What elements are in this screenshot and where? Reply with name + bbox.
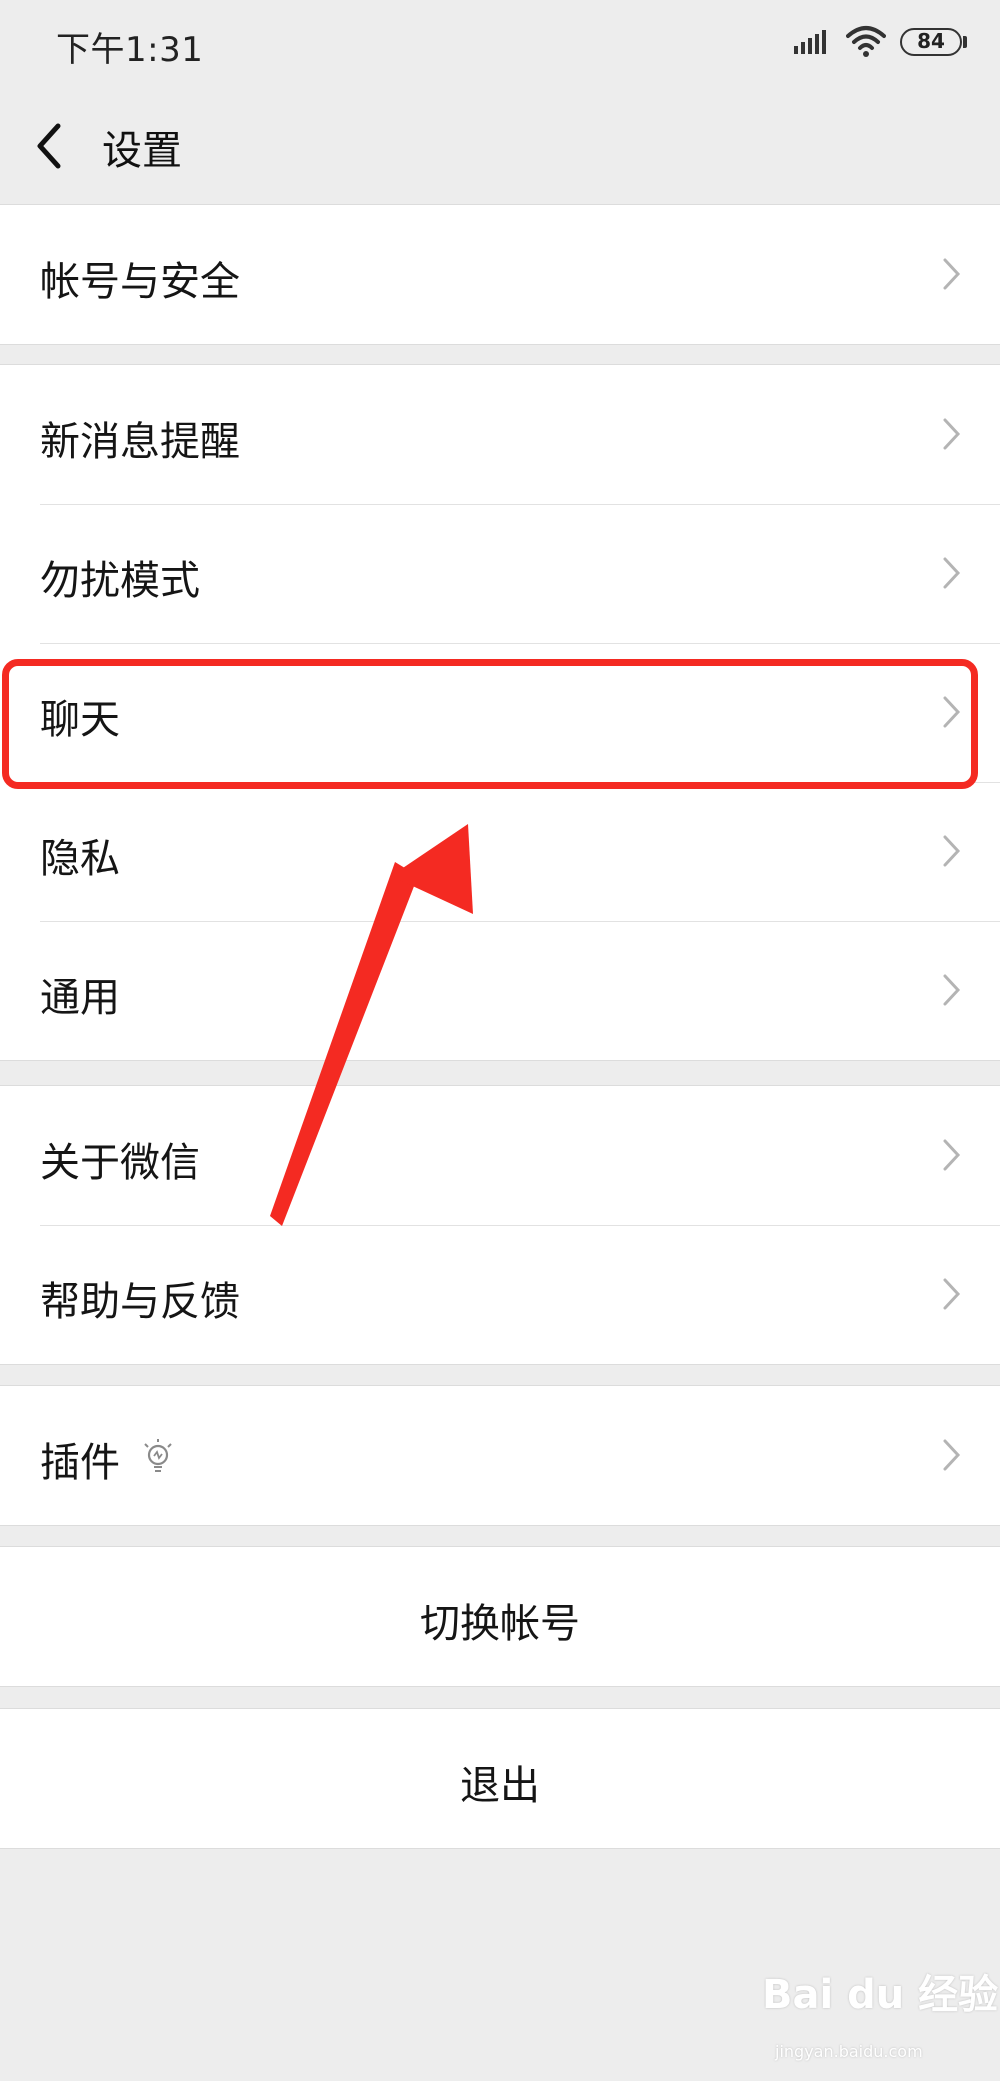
settings-item-account-security[interactable]: 帐号与安全	[0, 205, 1000, 344]
logout-label: 退出	[460, 1763, 540, 1809]
chevron-right-icon	[943, 974, 961, 1006]
settings-item-plugins[interactable]: 插件	[0, 1386, 1000, 1525]
switch-account-label: 切换帐号	[420, 1601, 580, 1647]
settings-group-about: 关于微信 帮助与反馈	[0, 1085, 1000, 1365]
settings-item-general[interactable]: 通用	[0, 921, 1000, 1060]
settings-item-do-not-disturb[interactable]: 勿扰模式	[0, 504, 1000, 643]
settings-item-help-feedback[interactable]: 帮助与反馈	[0, 1225, 1000, 1364]
settings-item-label: 插件	[40, 1440, 120, 1486]
status-bar: 下午1:31 84	[0, 0, 1000, 90]
signal-icon	[794, 30, 826, 54]
chevron-right-icon	[943, 418, 961, 450]
battery-level: 84	[917, 29, 945, 53]
settings-group-plugins: 插件	[0, 1385, 1000, 1526]
watermark-url: jingyan.baidu.com	[775, 2042, 923, 2061]
switch-account-button[interactable]: 切换帐号	[0, 1546, 1000, 1687]
chevron-right-icon	[943, 1139, 961, 1171]
settings-item-notifications[interactable]: 新消息提醒	[0, 365, 1000, 504]
status-time: 下午1:31	[56, 30, 204, 70]
lightbulb-icon	[144, 1439, 172, 1472]
settings-item-label: 隐私	[40, 836, 120, 882]
battery-indicator: 84	[900, 28, 962, 56]
back-chevron-icon[interactable]	[30, 114, 70, 178]
settings-item-privacy[interactable]: 隐私	[0, 782, 1000, 921]
wifi-icon	[846, 26, 886, 57]
settings-item-label: 新消息提醒	[40, 419, 240, 465]
nav-bar: 设置	[0, 90, 1000, 205]
chevron-right-icon	[943, 1278, 961, 1310]
watermark-logo: Bai du 经验	[762, 1972, 999, 2018]
logout-button[interactable]: 退出	[0, 1708, 1000, 1849]
settings-item-label: 通用	[40, 975, 120, 1021]
settings-item-label: 帮助与反馈	[40, 1279, 240, 1325]
chevron-right-icon	[943, 1439, 961, 1471]
settings-item-label: 勿扰模式	[40, 558, 200, 604]
settings-group-account: 帐号与安全	[0, 204, 1000, 345]
battery-cap	[963, 36, 967, 48]
settings-item-about-wechat[interactable]: 关于微信	[0, 1086, 1000, 1225]
chevron-right-icon	[943, 557, 961, 589]
page-title: 设置	[102, 128, 182, 174]
chevron-right-icon	[943, 258, 961, 290]
settings-item-label: 帐号与安全	[40, 259, 240, 305]
highlight-box	[2, 659, 978, 789]
chevron-right-icon	[943, 835, 961, 867]
settings-item-label: 关于微信	[40, 1140, 200, 1186]
